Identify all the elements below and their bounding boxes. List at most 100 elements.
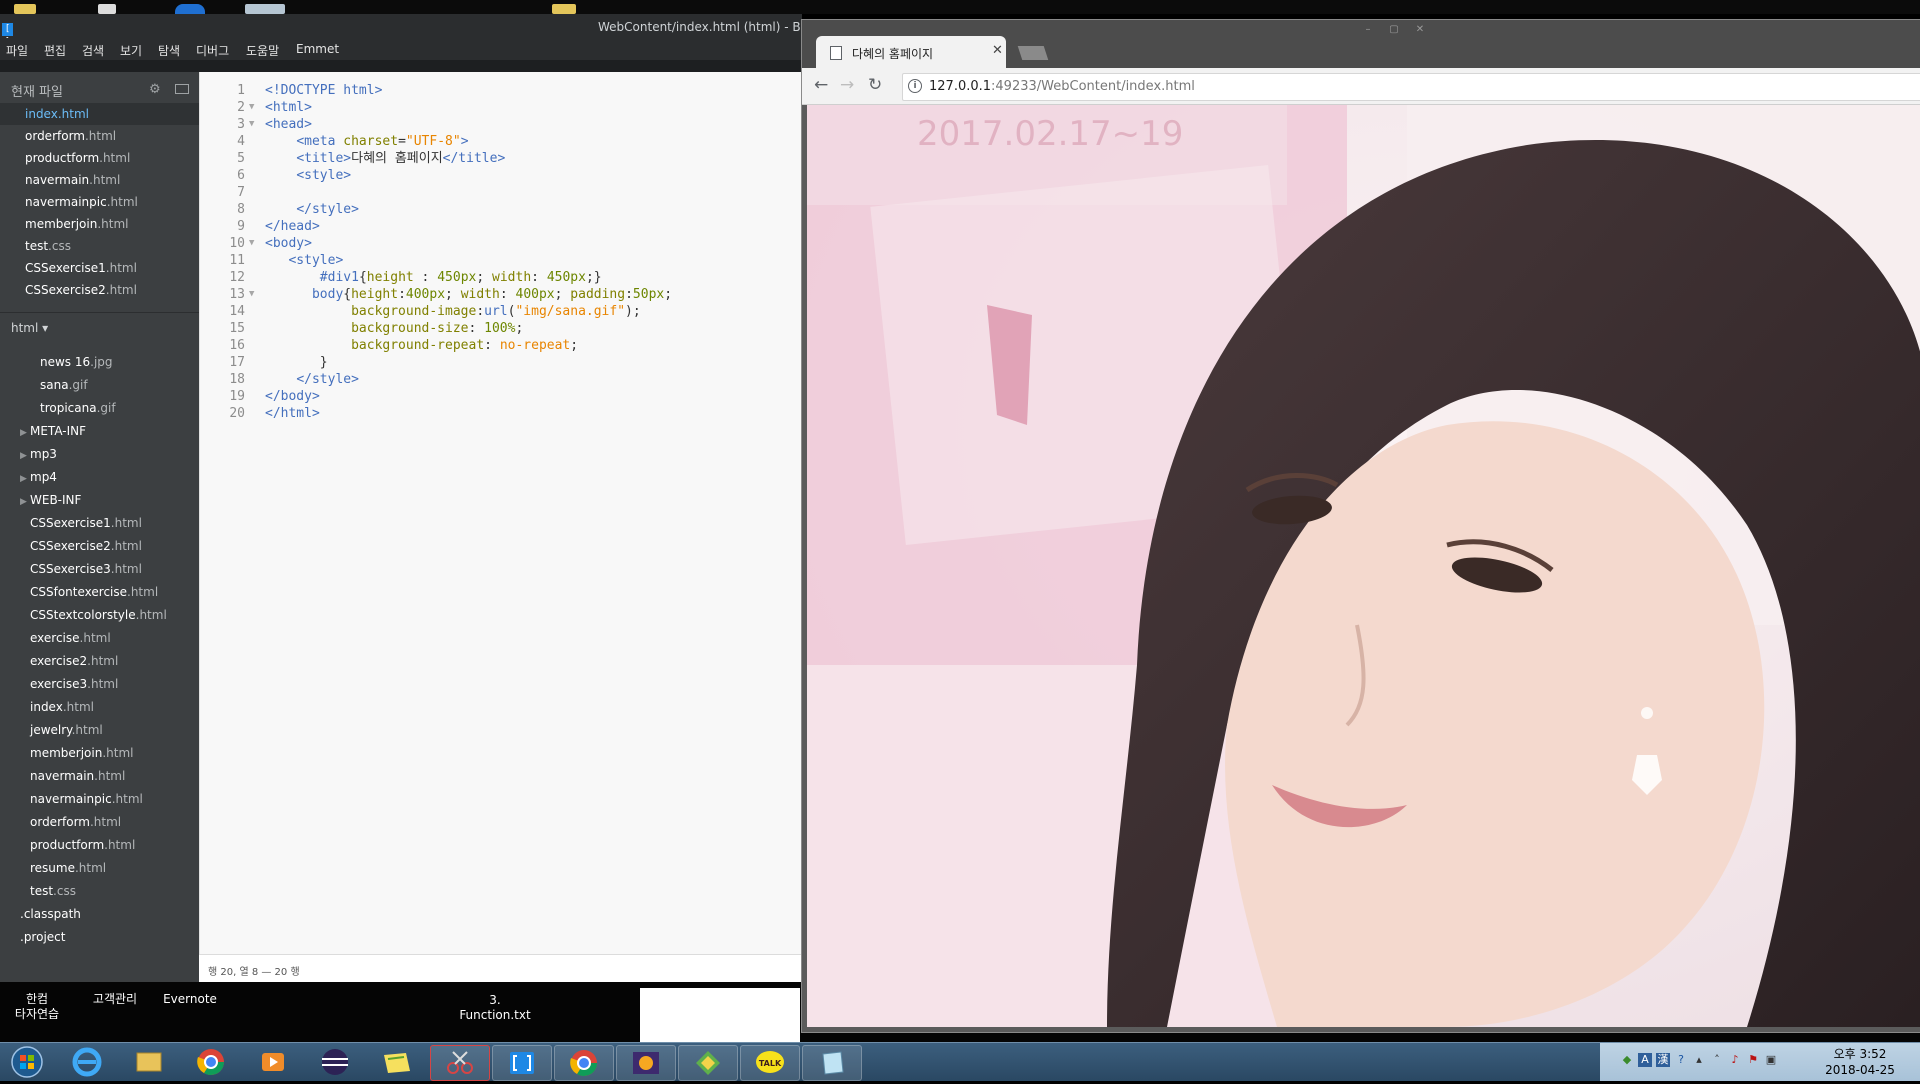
- menu-find[interactable]: 검색: [82, 42, 104, 59]
- tree-file[interactable]: navermain.html: [30, 765, 125, 788]
- tree-file[interactable]: navermainpic.html: [30, 788, 143, 811]
- globe-icon[interactable]: [175, 4, 205, 14]
- working-file-item[interactable]: orderform.html: [0, 125, 199, 147]
- kakaotalk-icon[interactable]: TALK: [740, 1045, 800, 1081]
- chevron-up-icon[interactable]: ˄: [1710, 1053, 1724, 1067]
- reload-icon[interactable]: ↻: [868, 75, 882, 95]
- menu-edit[interactable]: 편집: [44, 42, 66, 59]
- desktop-shortcut-customer[interactable]: 고객관리: [85, 992, 145, 1007]
- code-line[interactable]: 5 <title>다혜의 홈페이지</title>: [199, 150, 802, 167]
- code-line[interactable]: 3 ▼ <head>: [199, 116, 802, 133]
- code-line[interactable]: 19 </body>: [199, 388, 802, 405]
- tree-file[interactable]: resume.html: [30, 857, 106, 880]
- working-file-item[interactable]: test.css: [0, 235, 199, 257]
- fold-toggle-icon[interactable]: ▼: [249, 235, 254, 252]
- code-line[interactable]: 9 </head>: [199, 218, 802, 235]
- code-line[interactable]: 1 <!DOCTYPE html>: [199, 82, 802, 99]
- code-line[interactable]: 6 <style>: [199, 167, 802, 184]
- code-line[interactable]: 11 <style>: [199, 252, 802, 269]
- working-file-item[interactable]: index.html: [0, 103, 199, 125]
- volume-muted-icon[interactable]: ♪: [1728, 1053, 1742, 1067]
- eclipse-icon[interactable]: [306, 1045, 364, 1079]
- code-line[interactable]: 20 </html>: [199, 405, 802, 422]
- code-line[interactable]: 10 ▼ <body>: [199, 235, 802, 252]
- code-line[interactable]: 4 <meta charset="UTF-8">: [199, 133, 802, 150]
- tree-file[interactable]: .project: [20, 926, 65, 949]
- chevron-right-icon[interactable]: ▶: [20, 468, 30, 491]
- document-icon[interactable]: [98, 4, 116, 14]
- help-icon[interactable]: ?: [1674, 1053, 1688, 1067]
- explorer-icon[interactable]: [120, 1045, 178, 1079]
- fold-toggle-icon[interactable]: ▼: [249, 286, 254, 303]
- chevron-right-icon[interactable]: ▶: [20, 445, 30, 468]
- tree-file[interactable]: exercise2.html: [30, 650, 118, 673]
- split-view-icon[interactable]: [175, 84, 189, 94]
- notes-icon[interactable]: [368, 1045, 426, 1079]
- chevron-right-icon[interactable]: ▶: [20, 491, 30, 514]
- tree-file[interactable]: CSSexercise1.html: [30, 512, 142, 535]
- tree-file[interactable]: productform.html: [30, 834, 135, 857]
- tray-overflow-icon[interactable]: ▴: [1692, 1053, 1706, 1067]
- forward-icon[interactable]: →: [840, 75, 854, 95]
- tree-file[interactable]: news 16.jpg: [40, 351, 113, 374]
- working-file-item[interactable]: navermain.html: [0, 169, 199, 191]
- fold-toggle-icon[interactable]: ▼: [249, 99, 254, 116]
- menu-file[interactable]: 파일: [6, 42, 28, 59]
- url-text[interactable]: 127.0.0.1:49233/WebContent/index.html: [929, 79, 1195, 94]
- chrome-icon[interactable]: [554, 1045, 614, 1081]
- minimize-icon[interactable]: –: [1358, 24, 1378, 38]
- working-file-item[interactable]: CSSexercise2.html: [0, 279, 199, 301]
- tree-file[interactable]: tropicana.gif: [40, 397, 116, 420]
- working-file-item[interactable]: navermainpic.html: [0, 191, 199, 213]
- tree-file[interactable]: sana.gif: [40, 374, 88, 397]
- menu-navigate[interactable]: 탐색: [158, 42, 180, 59]
- menu-help[interactable]: 도움말: [246, 42, 279, 59]
- eclipse-jee-icon[interactable]: [616, 1045, 676, 1081]
- tree-file[interactable]: .classpath: [20, 903, 81, 926]
- notepad-icon[interactable]: [802, 1045, 862, 1081]
- code-line[interactable]: 7: [199, 184, 802, 201]
- close-window-icon[interactable]: ✕: [1410, 24, 1430, 38]
- network-status-icon[interactable]: ▣: [1764, 1053, 1778, 1067]
- folder-icon[interactable]: [14, 4, 36, 14]
- menu-emmet[interactable]: Emmet: [296, 42, 339, 56]
- clock[interactable]: 오후 3:52 2018-04-25: [1820, 1046, 1900, 1078]
- tree-file[interactable]: test.css: [30, 880, 76, 903]
- code-editor[interactable]: 1 <!DOCTYPE html> 2 ▼ <html> 3 ▼ <head> 4 <meta …: [199, 72, 802, 982]
- tree-folder[interactable]: ▶ mp3: [20, 443, 57, 466]
- folder-icon[interactable]: [552, 4, 576, 14]
- code-line[interactable]: 16 background-repeat: no-repeat;: [199, 337, 802, 354]
- desktop-shortcut-hanja[interactable]: 한컴 타자연습: [12, 992, 62, 1022]
- media-player-icon[interactable]: [244, 1045, 302, 1079]
- brackets-app-icon[interactable]: [ ]: [2, 23, 13, 47]
- tree-folder[interactable]: ▶ META-INF: [20, 420, 86, 443]
- code-line[interactable]: 18 </style>: [199, 371, 802, 388]
- menu-debug[interactable]: 디버그: [196, 42, 229, 59]
- project-selector[interactable]: html ▾: [11, 321, 48, 335]
- tree-file[interactable]: CSStextcolorstyle.html: [30, 604, 167, 627]
- tab-active[interactable]: 다혜의 홈페이지 ✕: [816, 36, 1006, 68]
- info-icon[interactable]: i: [908, 79, 922, 93]
- working-file-item[interactable]: productform.html: [0, 147, 199, 169]
- gear-icon[interactable]: ⚙: [149, 82, 161, 97]
- code-line[interactable]: 13 ▼ body{height:400px; width: 400px; pad…: [199, 286, 802, 303]
- chrome-icon[interactable]: [182, 1045, 240, 1079]
- tree-file[interactable]: exercise.html: [30, 627, 111, 650]
- start-button[interactable]: [4, 1045, 50, 1079]
- tree-folder[interactable]: ▶ WEB-INF: [20, 489, 81, 512]
- tree-file[interactable]: CSSfontexercise.html: [30, 581, 158, 604]
- security-alert-icon[interactable]: ⚑: [1746, 1053, 1760, 1067]
- ime-hanja-icon[interactable]: 漢: [1656, 1053, 1670, 1067]
- fold-toggle-icon[interactable]: ▼: [249, 116, 254, 133]
- code-line[interactable]: 14 background-image:url("img/sana.gif");: [199, 303, 802, 320]
- tree-file[interactable]: CSSexercise2.html: [30, 535, 142, 558]
- network-icon[interactable]: [678, 1045, 738, 1081]
- tree-file[interactable]: index.html: [30, 696, 94, 719]
- desktop-shortcut-evernote[interactable]: Evernote: [160, 992, 220, 1007]
- desktop-shortcut-function-txt[interactable]: 3. Function.txt: [455, 993, 535, 1023]
- code-line[interactable]: 8 </style>: [199, 201, 802, 218]
- tree-file[interactable]: jewelry.html: [30, 719, 103, 742]
- tree-file[interactable]: CSSexercise3.html: [30, 558, 142, 581]
- ime-a-icon[interactable]: A: [1638, 1053, 1652, 1067]
- close-icon[interactable]: ✕: [992, 43, 1003, 58]
